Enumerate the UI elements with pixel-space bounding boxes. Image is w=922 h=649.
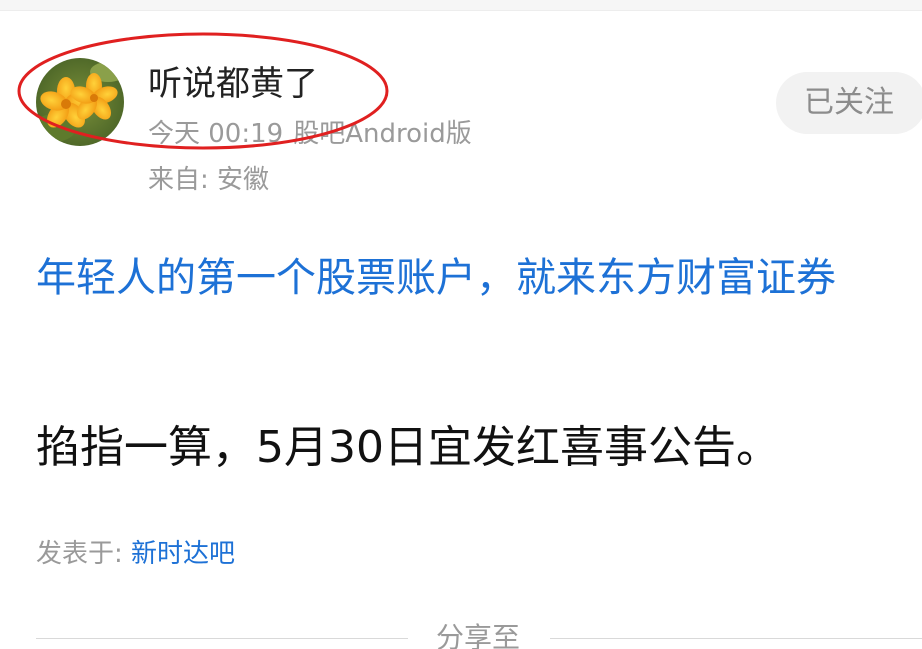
avatar[interactable] [36, 58, 124, 146]
yellow-flower-avatar-icon [36, 58, 124, 146]
forum-link[interactable]: 新时达吧 [131, 539, 235, 569]
promo-link[interactable]: 年轻人的第一个股票账户，就来东方财富证券 [36, 252, 906, 304]
post-meta: 今天 00:19 股吧Android版 [148, 114, 472, 154]
share-divider-left [36, 638, 408, 639]
posted-in: 发表于: 新时达吧 [36, 534, 235, 574]
share-row: 分享至 [0, 618, 922, 649]
post-time: 今天 00:19 [148, 119, 284, 149]
post-body: 掐指一算，5月30日宜发红喜事公告。 [36, 422, 780, 473]
posted-in-prefix: 发表于: [36, 539, 132, 569]
follow-button[interactable]: 已关注 [776, 72, 922, 134]
share-divider-right [550, 638, 922, 639]
share-label: 分享至 [436, 621, 521, 649]
author-location: 来自: 安徽 [148, 165, 270, 195]
author-name[interactable]: 听说都黄了 [148, 60, 318, 108]
post-client: 股吧Android版 [293, 119, 472, 149]
post-detail-page: 听说都黄了 今天 00:19 股吧Android版 来自: 安徽 已关注 年轻人的… [0, 0, 922, 649]
top-divider [0, 0, 922, 11]
